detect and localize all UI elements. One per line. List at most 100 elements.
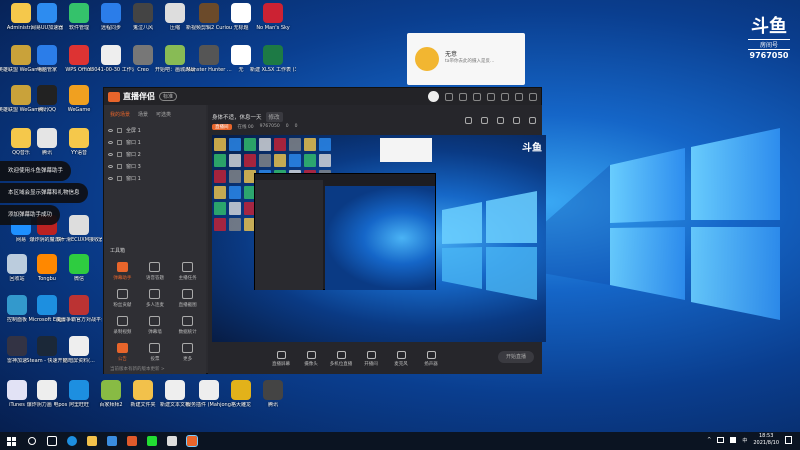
preview-icon [259, 154, 271, 167]
eye-icon[interactable] [108, 152, 113, 156]
taskbar-search[interactable] [22, 432, 42, 450]
tab-scene[interactable]: 场景 [138, 111, 148, 118]
taskbar-live-companion[interactable] [182, 432, 202, 450]
menu-icon[interactable] [487, 92, 495, 101]
desktop-icon[interactable]: 腾讯 [250, 380, 296, 420]
chevron-up-icon[interactable]: ^ [707, 437, 711, 443]
lock-icon[interactable] [117, 127, 122, 133]
user-avatar[interactable] [428, 91, 439, 102]
taskbar-taskview[interactable] [42, 432, 62, 450]
start-button[interactable] [0, 432, 22, 450]
desktop-icon[interactable]: WeGame [56, 85, 102, 125]
desktop-icon[interactable]: 魔兽争霸官方对战平台 [56, 295, 102, 335]
layer-label: 窗口 1 [126, 175, 141, 182]
taskbar-app1[interactable] [122, 432, 142, 450]
lock-icon[interactable] [117, 175, 122, 181]
tool-stats[interactable]: 数据统计 [171, 316, 204, 335]
skin-icon[interactable] [473, 92, 481, 101]
maximize-icon[interactable] [515, 92, 523, 101]
desktop-icon[interactable]: 新建 XLSX 工作表 (3) [250, 45, 296, 85]
minimize-icon[interactable] [501, 92, 509, 101]
tool-record[interactable]: 录制视频 [106, 316, 139, 335]
edit-title-button[interactable]: 修改 [265, 112, 283, 122]
tool-voice-quiz[interactable]: 语音答题 [139, 262, 172, 281]
eye-icon[interactable] [108, 176, 113, 180]
lock-icon[interactable] [481, 117, 488, 124]
app-icon [165, 380, 185, 400]
tool-multi-mic[interactable]: 多人连麦 [139, 289, 172, 308]
tool-more[interactable]: 更多 [171, 343, 204, 362]
taskbar-app3[interactable] [162, 432, 182, 450]
taskbar-edge[interactable] [62, 432, 82, 450]
tool-danmaku[interactable]: 弹幕助手 [106, 262, 139, 281]
go-live-button[interactable]: 开始直播 [498, 351, 534, 363]
mail-icon[interactable] [445, 92, 453, 101]
network-icon[interactable] [717, 437, 725, 443]
tab-my-scene[interactable]: 我的场景 [110, 111, 130, 118]
version-badge[interactable]: 标准 [159, 92, 178, 101]
tool-announce[interactable]: 公告 [106, 343, 139, 362]
tool-vote[interactable]: 投票 [139, 343, 172, 362]
room-title[interactable]: 身体不适，休息一天 [212, 113, 262, 121]
stream-preview[interactable]: 斗鱼 [212, 135, 546, 342]
layer-item[interactable]: 窗口 1 [104, 172, 206, 184]
eye-icon[interactable] [108, 128, 113, 132]
eye-icon[interactable] [108, 140, 113, 144]
copy-icon[interactable] [497, 117, 504, 124]
share-icon[interactable] [529, 117, 536, 124]
tool-fans[interactable]: 粉丝贡献 [106, 289, 139, 308]
nested-left-panel [255, 180, 323, 290]
app-brand: 直播伴侣 [108, 91, 155, 102]
title-bar: 直播伴侣 标准 [104, 88, 541, 105]
notification-popup[interactable]: 无意 ta带你去此的摄入是反... [407, 33, 525, 85]
app-icon [199, 380, 219, 400]
notification-center-icon[interactable] [785, 436, 792, 444]
lock-icon[interactable] [117, 139, 122, 145]
layout-icon[interactable] [465, 117, 472, 124]
app-icon [101, 45, 121, 65]
desktop-icon[interactable]: No Man's Sky [250, 3, 296, 43]
taskbar-app2[interactable] [142, 432, 162, 450]
close-icon[interactable] [529, 92, 537, 101]
desktop-icon[interactable]: 防暗屏资料(... [56, 336, 102, 376]
layer-item[interactable]: 窗口 3 [104, 160, 206, 172]
tool-danmaku-wall[interactable]: 弹幕墙 [139, 316, 172, 335]
microphone-button[interactable]: 麦克风 [388, 350, 414, 367]
layer-item[interactable]: 窗口 1 [104, 136, 206, 148]
gift-icon[interactable] [459, 92, 467, 101]
app-icon [127, 436, 137, 446]
preview-icon [274, 138, 286, 151]
tool-label: 数据统计 [178, 330, 197, 335]
preview-icon [229, 218, 241, 231]
tab-optional[interactable]: 可选类 [156, 111, 171, 118]
windows-logo-wallpaper [525, 120, 795, 330]
speaker-button[interactable]: 扬声器 [418, 350, 444, 367]
tool-label: 录制视频 [113, 330, 132, 335]
camera-button[interactable]: 摄像头 [298, 350, 324, 367]
room-button[interactable]: 开播间 [358, 350, 384, 367]
lock-icon[interactable] [117, 163, 122, 169]
app-icon [69, 215, 89, 235]
screen-capture-button[interactable]: 直播屏幕 [268, 350, 294, 367]
multi-camera-button[interactable]: 多机位直播 [328, 350, 354, 367]
layer-item[interactable]: 全屏 1 [104, 124, 206, 136]
stats-chip[interactable]: 直播间 [212, 124, 232, 130]
stats-room: 9767050 [259, 124, 280, 129]
tool-tasks[interactable]: 主播任务 [171, 262, 204, 281]
tool-screenshot[interactable]: 直播截图 [171, 289, 204, 308]
system-tray: ^ 中 18:53 2021/8/10 [707, 433, 792, 447]
taskbar-store[interactable] [102, 432, 122, 450]
app-icon [133, 380, 153, 400]
eye-icon[interactable] [108, 164, 113, 168]
bell-icon[interactable] [513, 117, 520, 124]
clock[interactable]: 18:53 2021/8/10 [753, 433, 779, 447]
status-bar[interactable]: 当前版本有新的版本更新 > [104, 362, 206, 374]
lock-icon[interactable] [117, 151, 122, 157]
volume-icon[interactable] [730, 437, 737, 443]
desktop-icon[interactable]: 微信 [56, 254, 102, 294]
layer-item[interactable]: 窗口 2 [104, 148, 206, 160]
desktop-icon[interactable]: 铁一滑ECUXM接收器第... [56, 215, 102, 255]
app-icon [263, 45, 283, 65]
input-language[interactable]: 中 [742, 437, 747, 444]
taskbar-explorer[interactable] [82, 432, 102, 450]
